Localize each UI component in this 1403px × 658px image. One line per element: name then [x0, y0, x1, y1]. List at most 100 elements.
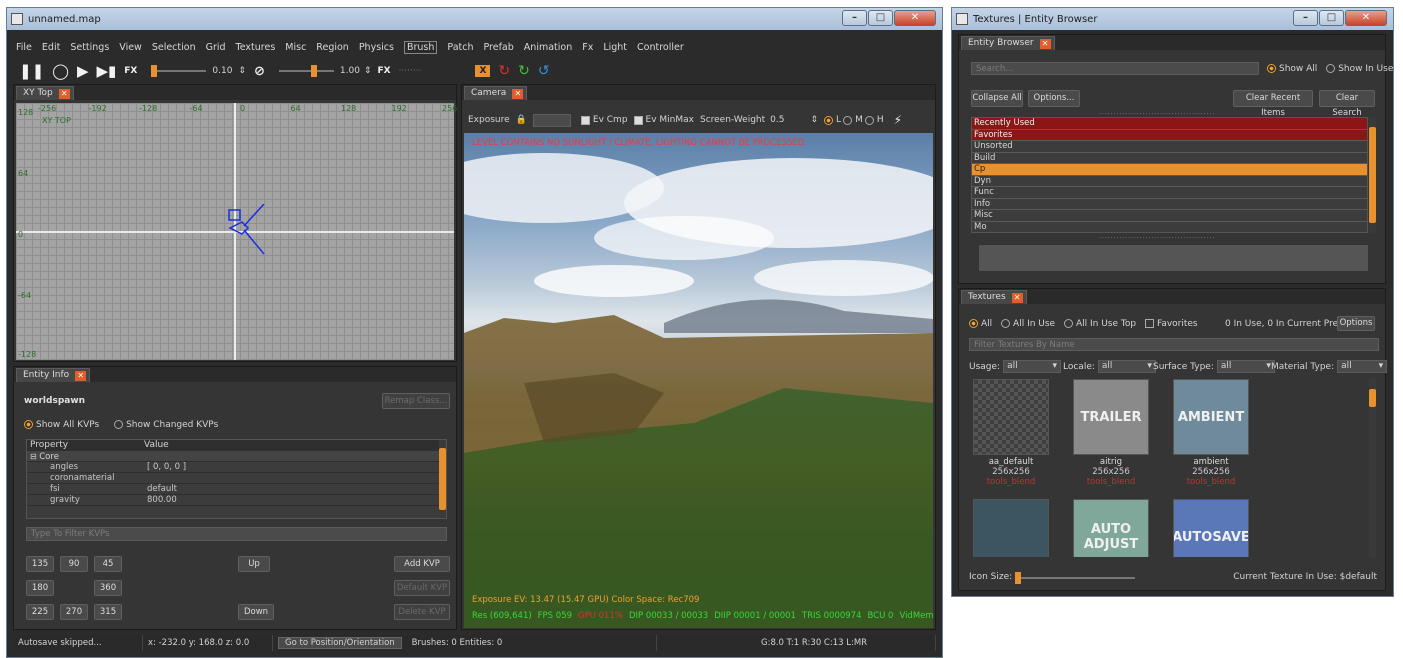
entity-options-button[interactable]: Options...	[1028, 90, 1080, 107]
entity-category-item[interactable]: Cp	[972, 164, 1367, 176]
ev-cmp-checkbox[interactable]	[580, 115, 590, 125]
link-icon[interactable]: ⊘	[254, 64, 265, 79]
filter-dropdown[interactable]: all ▾	[1337, 360, 1388, 373]
menu-animation[interactable]: Animation	[524, 42, 572, 53]
goto-position-button[interactable]: Go to Position/Orientation	[273, 635, 407, 651]
minimize-button[interactable]: –	[842, 10, 867, 26]
tab-camera[interactable]: Camera ✕	[464, 86, 528, 100]
menu-settings[interactable]: Settings	[70, 42, 109, 53]
filter-dropdown[interactable]: all ▾	[1097, 360, 1156, 373]
show-in-use-radio[interactable]	[1326, 64, 1336, 73]
kvp-value[interactable]: [ 0, 0, 0 ]	[147, 462, 186, 472]
texture-tile[interactable]: AUTOSAVE	[1171, 499, 1251, 557]
entity-category-item[interactable]: Misc	[972, 210, 1367, 222]
lock-icon[interactable]: 🔒	[516, 115, 527, 125]
xy-grid-view[interactable]: -256 -192 -128 -64 0 64 128 192 256 128 64 0 -64 -12…	[16, 103, 457, 360]
favorites-checkbox[interactable]	[1144, 319, 1154, 328]
kvp-filter-input[interactable]: Type To Filter KVPs	[26, 527, 447, 541]
texture-tile[interactable]	[971, 499, 1051, 557]
texture-tile[interactable]: AUTO ADJUST	[1071, 499, 1151, 557]
angle-270-button[interactable]: 270	[60, 604, 88, 620]
rotate-y-icon[interactable]: ↻	[518, 63, 530, 79]
default-kvp-button[interactable]: Default KVP	[394, 580, 450, 596]
texture-filter-input[interactable]: Filter Textures By Name	[969, 338, 1379, 351]
angle-315-button[interactable]: 315	[94, 604, 122, 620]
entity-category-item[interactable]: Func	[972, 187, 1367, 199]
angle-225-button[interactable]: 225	[26, 604, 54, 620]
tab-entity-browser[interactable]: Entity Browser ✕	[961, 36, 1055, 50]
entity-category-item[interactable]: Dyn	[972, 176, 1367, 187]
remap-class-button[interactable]: Remap Class...	[382, 393, 450, 409]
kvp-value[interactable]: default	[147, 484, 177, 494]
maximize-button[interactable]: □	[868, 10, 893, 26]
spin-icon[interactable]: ⇕	[238, 66, 246, 76]
filter-dropdown[interactable]: all ▾	[1216, 360, 1275, 373]
rotate-x-icon[interactable]: ↻	[498, 63, 510, 79]
entity-category-item[interactable]: Recently Used	[972, 118, 1367, 130]
scale-slider[interactable]	[278, 65, 334, 77]
fx-time-icon[interactable]: FX	[124, 66, 137, 76]
menu-selection[interactable]: Selection	[152, 42, 196, 53]
spin-icon-3[interactable]: ⇕	[811, 115, 819, 125]
all-in-use-top-radio[interactable]	[1063, 319, 1073, 328]
angle-90-button[interactable]: 90	[60, 556, 88, 572]
menu-prefab[interactable]: Prefab	[483, 42, 513, 53]
camera-viewport[interactable]: LEVEL CONTAINS NO SUNLIGHT / CLIMATE. LI…	[464, 133, 933, 628]
collapse-all-button[interactable]: Collapse All	[971, 90, 1023, 107]
texture-tile[interactable]: TRAILER aitrig 256x256 tools_blend	[1071, 379, 1151, 487]
kvp-row[interactable]: gravity 800.00	[27, 495, 446, 506]
kvp-row[interactable]: coronamaterial	[27, 473, 446, 484]
pause-icon[interactable]: ❚❚	[19, 62, 44, 80]
menu-misc[interactable]: Misc	[285, 42, 306, 53]
entity-search-input[interactable]: Search...	[971, 62, 1259, 75]
kvp-row[interactable]: angles [ 0, 0, 0 ]	[27, 462, 446, 473]
kvp-group-core[interactable]: ⊟ Core	[27, 451, 446, 462]
side-titlebar[interactable]: Textures | Entity Browser – □ ✕	[952, 8, 1393, 30]
delete-kvp-button[interactable]: Delete KVP	[394, 604, 450, 620]
texture-tile[interactable]: aa_default 256x256 tools_blend	[971, 379, 1051, 487]
tab-textures[interactable]: Textures ✕	[961, 290, 1027, 304]
angle-180-button[interactable]: 180	[26, 580, 54, 596]
show-all-kvps-radio[interactable]	[24, 420, 33, 429]
menu-controller[interactable]: Controller	[637, 42, 684, 53]
maximize-button[interactable]: □	[1319, 10, 1344, 26]
tab-entity-info[interactable]: Entity Info ✕	[16, 368, 91, 382]
step-icon[interactable]: ▶▮	[96, 62, 116, 80]
menu-fx[interactable]: Fx	[582, 42, 593, 53]
screen-weight-input[interactable]: 0.5	[770, 115, 784, 125]
value-column-header[interactable]: Value	[144, 440, 169, 451]
exposure-input[interactable]	[532, 113, 571, 127]
rotate-z-icon[interactable]: ↺	[538, 63, 550, 79]
main-titlebar[interactable]: unnamed.map – □ ✕	[7, 8, 942, 30]
close-button[interactable]: ✕	[894, 10, 936, 26]
kvp-row[interactable]: fsi default	[27, 484, 446, 495]
lightning-icon[interactable]: ⚡	[894, 113, 902, 127]
entity-category-item[interactable]: Build	[972, 153, 1367, 164]
close-tab-icon[interactable]: ✕	[512, 89, 524, 99]
entity-category-item[interactable]: Mo	[972, 222, 1367, 233]
down-button[interactable]: Down	[238, 604, 274, 620]
show-all-radio[interactable]	[1267, 64, 1276, 73]
angle-360-button[interactable]: 360	[94, 580, 122, 596]
collapse-icon[interactable]: ⊟	[30, 452, 39, 461]
quality-m-radio[interactable]	[843, 115, 853, 125]
filter-dropdown[interactable]: all ▾	[1003, 360, 1062, 373]
angle-45-button[interactable]: 45	[94, 556, 122, 572]
menu-patch[interactable]: Patch	[447, 42, 473, 53]
up-button[interactable]: Up	[238, 556, 270, 572]
menu-brush[interactable]: Brush	[403, 40, 438, 54]
menu-physics[interactable]: Physics	[359, 42, 394, 53]
add-kvp-button[interactable]: Add KVP	[394, 556, 450, 572]
quality-h-radio[interactable]	[864, 115, 874, 125]
fx-search-icon[interactable]: FX	[377, 66, 390, 76]
close-tab-icon[interactable]: ✕	[1011, 293, 1023, 303]
entity-category-item[interactable]: Info	[972, 199, 1367, 210]
entity-list-scrollbar[interactable]	[1369, 117, 1376, 233]
entity-category-item[interactable]: Favorites	[972, 129, 1367, 141]
clear-search-button[interactable]: Clear Search	[1319, 90, 1375, 118]
menu-edit[interactable]: Edit	[42, 42, 60, 53]
spin-icon-2[interactable]: ⇕	[364, 66, 372, 76]
stop-icon[interactable]: ◯	[52, 62, 69, 80]
property-column-header[interactable]: Property	[27, 440, 144, 451]
angle-135-button[interactable]: 135	[26, 556, 54, 572]
